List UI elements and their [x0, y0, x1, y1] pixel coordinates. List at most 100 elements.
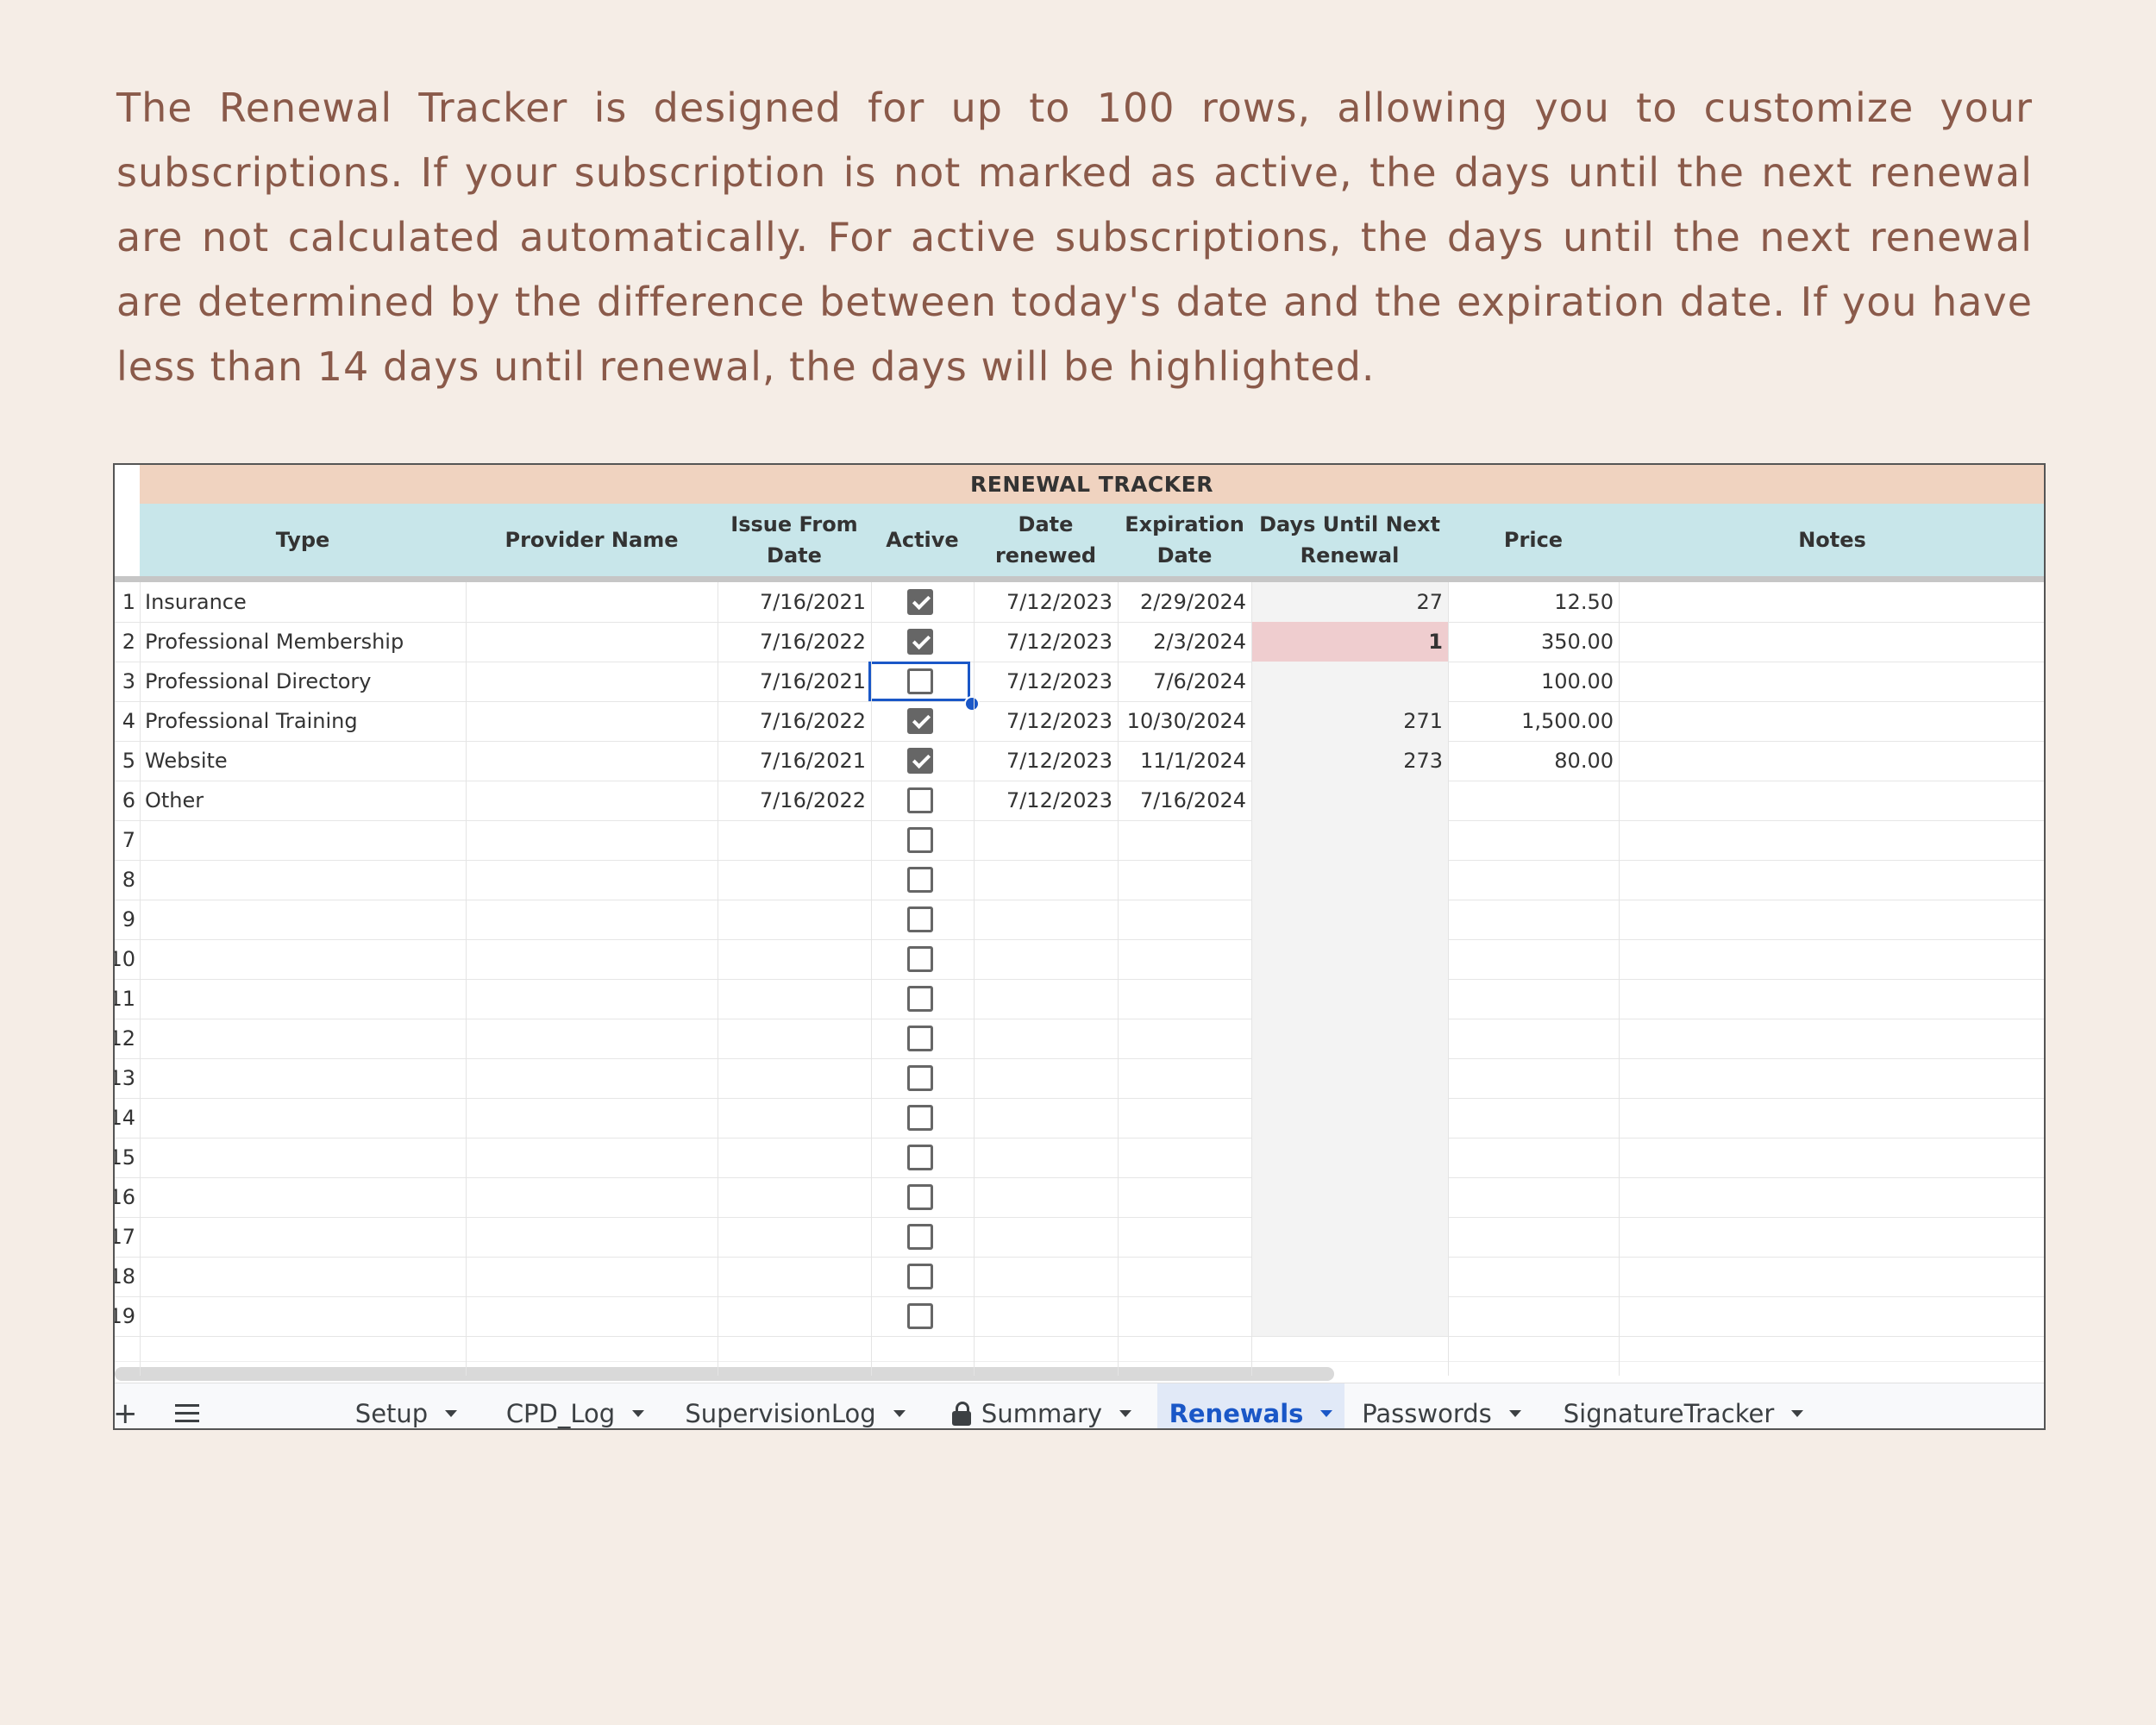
cell-type[interactable]	[140, 1257, 466, 1296]
cell-price[interactable]: 350.00	[1448, 622, 1619, 662]
cell-expiration[interactable]	[1118, 1058, 1251, 1098]
cell-days[interactable]: 1	[1251, 622, 1448, 662]
cell-type[interactable]	[140, 1058, 466, 1098]
row-number[interactable]: 3	[115, 662, 135, 701]
tab-passwords[interactable]: Passwords	[1344, 1383, 1539, 1428]
row-number[interactable]: 8	[115, 860, 135, 900]
menu-icon[interactable]	[175, 1404, 199, 1423]
caret-down-icon[interactable]	[893, 1409, 906, 1417]
active-checkbox[interactable]	[907, 1303, 933, 1329]
cell-expiration[interactable]	[1118, 939, 1251, 979]
cell-price[interactable]	[1448, 1058, 1619, 1098]
cell-type[interactable]	[140, 979, 466, 1019]
cell-issue[interactable]	[718, 1257, 871, 1296]
cell-renewed[interactable]: 7/12/2023	[974, 701, 1118, 741]
row-number[interactable]: 15	[115, 1138, 135, 1177]
cell-price[interactable]: 1,500.00	[1448, 701, 1619, 741]
active-checkbox[interactable]	[907, 787, 933, 813]
cell-issue[interactable]	[718, 820, 871, 860]
cell-days[interactable]: 273	[1251, 741, 1448, 781]
caret-down-icon[interactable]	[1791, 1409, 1804, 1417]
cell-days[interactable]	[1251, 820, 1448, 860]
row-number[interactable]: 4	[115, 701, 135, 741]
cell-type[interactable]	[140, 860, 466, 900]
caret-down-icon[interactable]	[445, 1409, 458, 1417]
cell-expiration[interactable]	[1118, 1217, 1251, 1257]
cell-price[interactable]	[1448, 820, 1619, 860]
cell-days[interactable]	[1251, 662, 1448, 701]
plus-icon[interactable]: +	[115, 1399, 138, 1428]
cell-price[interactable]	[1448, 1098, 1619, 1138]
cell-issue[interactable]	[718, 860, 871, 900]
header-days-until-renewal[interactable]: Days Until Next Renewal	[1251, 504, 1448, 576]
cell-expiration[interactable]: 7/16/2024	[1118, 781, 1251, 820]
cell-price[interactable]	[1448, 1296, 1619, 1336]
cell-issue[interactable]: 7/16/2022	[718, 781, 871, 820]
cell-expiration[interactable]: 7/6/2024	[1118, 662, 1251, 701]
cell-renewed[interactable]	[974, 939, 1118, 979]
cell-expiration[interactable]	[1118, 860, 1251, 900]
tab-signaturetracker[interactable]: SignatureTracker	[1546, 1383, 1821, 1428]
cell-price[interactable]: 12.50	[1448, 582, 1619, 622]
cell-renewed[interactable]	[974, 1257, 1118, 1296]
cell-renewed[interactable]	[974, 979, 1118, 1019]
cell-renewed[interactable]	[974, 900, 1118, 939]
header-issue-date[interactable]: Issue From Date	[718, 504, 871, 576]
cell-type[interactable]	[140, 1138, 466, 1177]
caret-down-icon[interactable]	[1508, 1409, 1521, 1417]
row-number[interactable]: 5	[115, 741, 135, 781]
cell-type[interactable]	[140, 820, 466, 860]
cell-issue[interactable]	[718, 1098, 871, 1138]
cell-expiration[interactable]: 2/29/2024	[1118, 582, 1251, 622]
scrollbar-thumb[interactable]	[115, 1367, 1334, 1381]
cell-issue[interactable]: 7/16/2022	[718, 701, 871, 741]
cell-days[interactable]	[1251, 1098, 1448, 1138]
tab-summary[interactable]: Summary	[930, 1383, 1154, 1428]
cell-renewed[interactable]	[974, 1217, 1118, 1257]
cell-type[interactable]	[140, 939, 466, 979]
active-checkbox[interactable]	[907, 748, 933, 774]
cell-days[interactable]	[1251, 939, 1448, 979]
active-checkbox[interactable]	[907, 1184, 933, 1210]
row-number[interactable]: 18	[115, 1257, 135, 1296]
row-number[interactable]: 1	[115, 582, 135, 622]
cell-renewed[interactable]	[974, 1177, 1118, 1217]
active-checkbox[interactable]	[907, 708, 933, 734]
cell-price[interactable]	[1448, 1019, 1619, 1058]
cell-expiration[interactable]: 2/3/2024	[1118, 622, 1251, 662]
cell-expiration[interactable]	[1118, 1177, 1251, 1217]
cell-days[interactable]	[1251, 781, 1448, 820]
row-number[interactable]: 17	[115, 1217, 135, 1257]
cell-price[interactable]	[1448, 1138, 1619, 1177]
header-notes[interactable]: Notes	[1619, 504, 2044, 576]
active-checkbox[interactable]	[907, 986, 933, 1012]
cell-days[interactable]	[1251, 979, 1448, 1019]
row-number[interactable]: 10	[115, 939, 135, 979]
cell-type[interactable]	[140, 1217, 466, 1257]
cell-expiration[interactable]	[1118, 1296, 1251, 1336]
row-number[interactable]: 19	[115, 1296, 135, 1336]
cell-issue[interactable]	[718, 979, 871, 1019]
cell-renewed[interactable]: 7/12/2023	[974, 662, 1118, 701]
cell-renewed[interactable]	[974, 1098, 1118, 1138]
cell-issue[interactable]: 7/16/2021	[718, 662, 871, 701]
tab-setup[interactable]: Setup	[346, 1383, 467, 1428]
tab-renewals[interactable]: Renewals	[1157, 1383, 1344, 1428]
cell-days[interactable]	[1251, 1296, 1448, 1336]
cell-days[interactable]	[1251, 1019, 1448, 1058]
active-checkbox[interactable]	[907, 1105, 933, 1131]
row-number[interactable]: 6	[115, 781, 135, 820]
cell-type[interactable]: Other	[140, 781, 466, 820]
header-provider[interactable]: Provider Name	[466, 504, 718, 576]
cell-renewed[interactable]	[974, 1296, 1118, 1336]
cell-expiration[interactable]	[1118, 820, 1251, 860]
cell-renewed[interactable]: 7/12/2023	[974, 622, 1118, 662]
cell-price[interactable]: 80.00	[1448, 741, 1619, 781]
cell-expiration[interactable]	[1118, 1098, 1251, 1138]
cell-type[interactable]: Professional Directory	[140, 662, 466, 701]
caret-down-icon[interactable]	[1119, 1409, 1132, 1417]
cell-issue[interactable]: 7/16/2022	[718, 622, 871, 662]
cell-expiration[interactable]	[1118, 900, 1251, 939]
cell-days[interactable]	[1251, 1058, 1448, 1098]
cell-type[interactable]	[140, 1098, 466, 1138]
